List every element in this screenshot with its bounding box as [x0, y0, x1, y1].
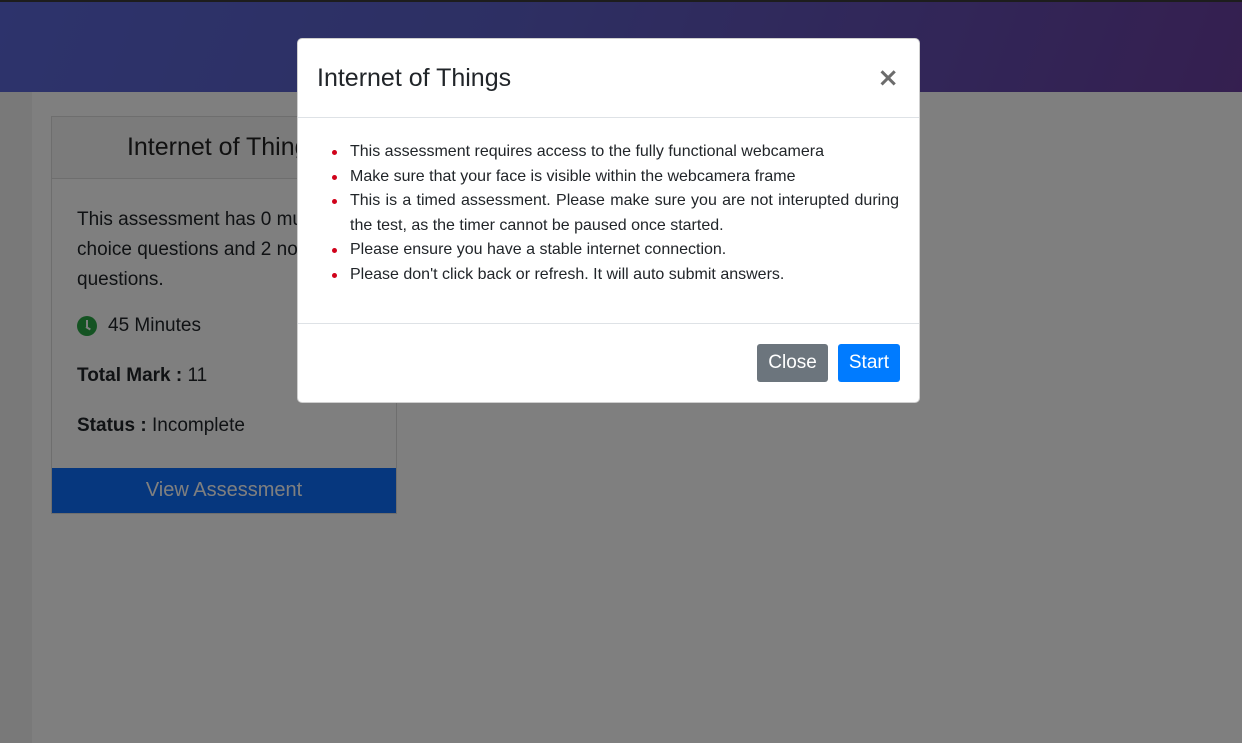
close-button[interactable]: Close: [757, 344, 828, 382]
list-item: This is a timed assessment. Please make …: [318, 189, 899, 238]
rule-text: Make sure that your face is visible with…: [350, 167, 796, 185]
modal-footer: Close Start: [298, 324, 919, 402]
rule-text: Please don't click back or refresh. It w…: [350, 265, 785, 283]
bullet-icon: [332, 248, 337, 253]
bullet-icon: [332, 150, 337, 155]
bullet-icon: [332, 272, 337, 278]
bullet-icon: [332, 199, 337, 204]
list-item: Please don't click back or refresh. It w…: [318, 263, 899, 288]
rules-list: This assessment requires access to the f…: [318, 140, 899, 287]
list-item: Make sure that your face is visible with…: [318, 165, 899, 190]
bullet-icon: [332, 174, 337, 180]
list-item: This assessment requires access to the f…: [318, 140, 899, 165]
rule-text: This assessment requires access to the f…: [350, 143, 824, 160]
rule-text: Please ensure you have a stable internet…: [350, 241, 727, 258]
instructions-modal: Internet of Things × This assessment req…: [297, 38, 920, 403]
close-icon[interactable]: ×: [877, 65, 899, 91]
modal-header: Internet of Things ×: [298, 39, 919, 118]
modal-body: This assessment requires access to the f…: [298, 118, 919, 324]
page: Internet of Things This assessment has 0…: [0, 0, 1242, 743]
start-button[interactable]: Start: [837, 344, 900, 382]
rule-text: This is a timed assessment. Please make …: [350, 192, 899, 234]
list-item: Please ensure you have a stable internet…: [318, 238, 899, 263]
modal-title: Internet of Things: [317, 63, 512, 92]
